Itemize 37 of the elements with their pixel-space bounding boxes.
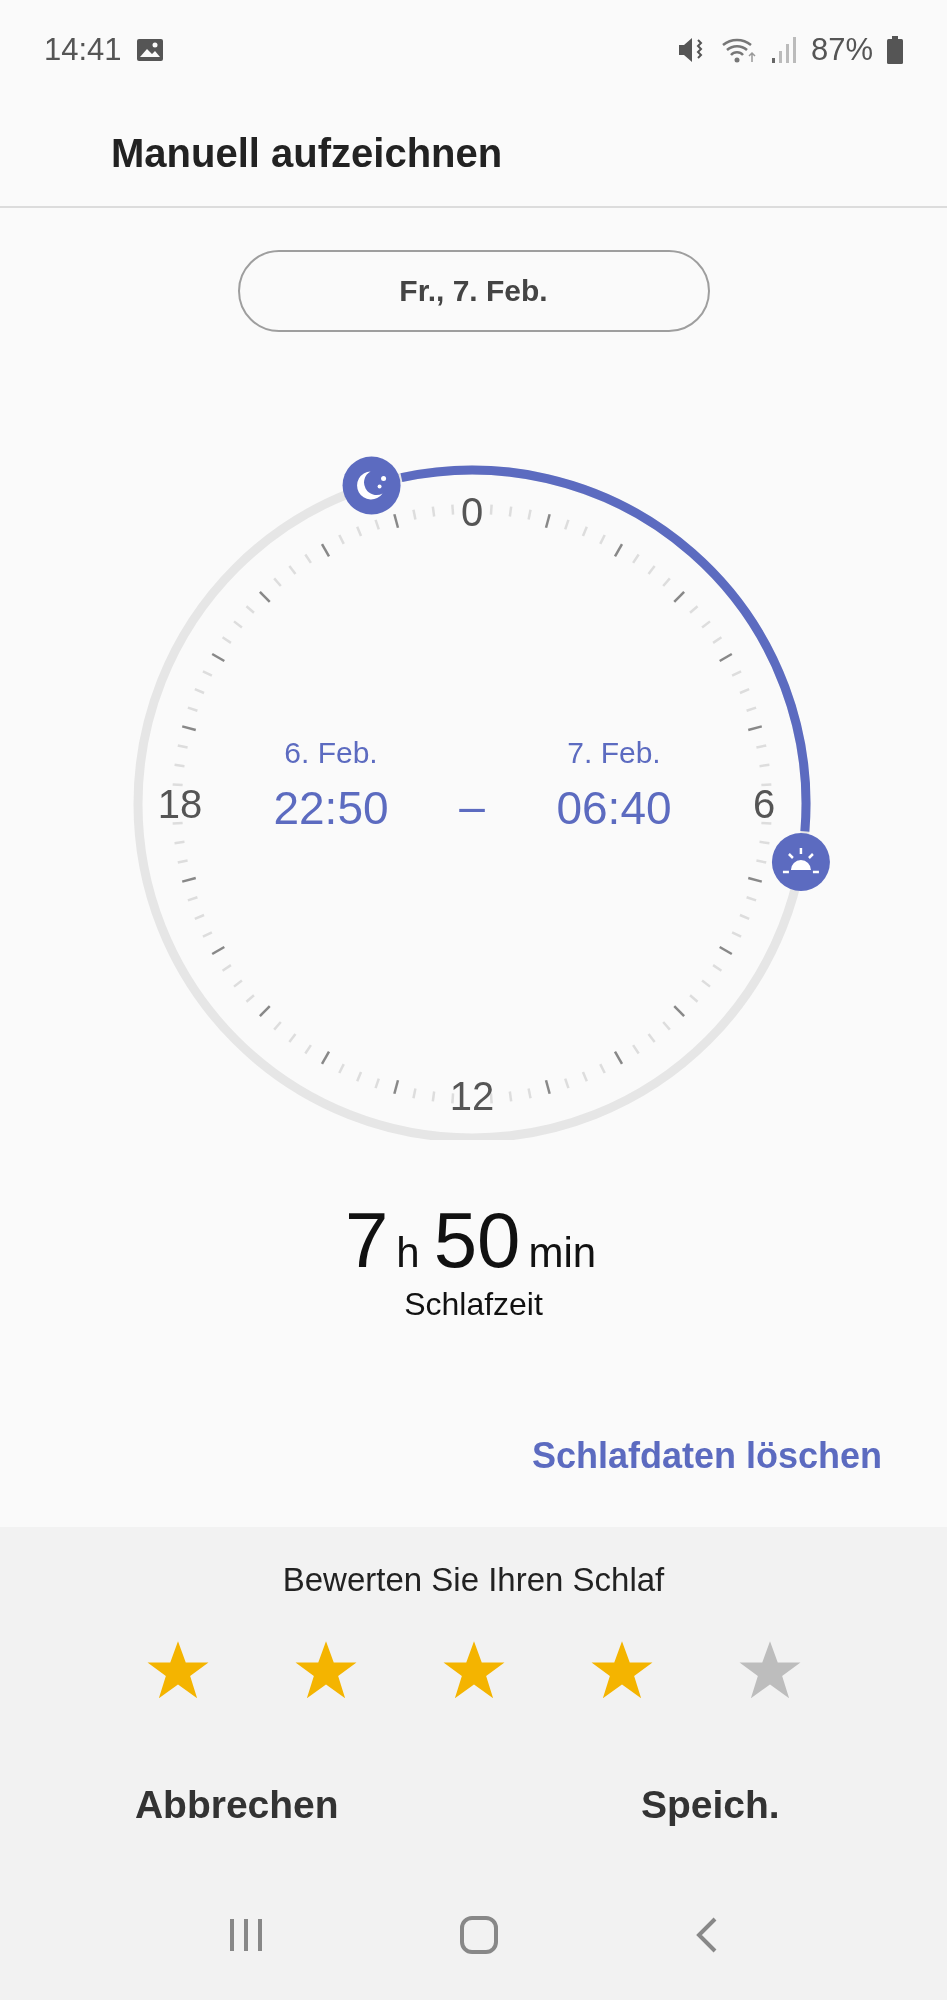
- hour-label: 12: [449, 1074, 495, 1118]
- star-icon[interactable]: [590, 1641, 653, 1701]
- rating-prompt: Bewerten Sie Ihren Schlaf: [282, 1561, 665, 1599]
- status-time: 14:41: [44, 32, 122, 68]
- end-date: 7. Feb.: [567, 736, 661, 769]
- page-title: Manuell aufzeichnen: [111, 130, 503, 176]
- star-icon[interactable]: [146, 1641, 209, 1701]
- start-date: 6. Feb.: [284, 736, 378, 769]
- battery-icon: [887, 36, 903, 64]
- recent-apps-icon[interactable]: [228, 1917, 265, 1953]
- sunrise-handle[interactable]: [771, 833, 830, 891]
- hour-label: 6: [752, 782, 776, 826]
- wifi-icon: [720, 36, 757, 64]
- home-icon[interactable]: [460, 1916, 499, 1954]
- star-icon[interactable]: [294, 1641, 357, 1701]
- end-time[interactable]: 06:40: [556, 782, 672, 834]
- cancel-button[interactable]: Abbrechen: [0, 1767, 474, 1843]
- image-icon: [135, 38, 164, 62]
- sleep-arc[interactable]: [400, 465, 811, 832]
- duration-hours: 7: [344, 1200, 389, 1280]
- battery-percentage: 87%: [810, 32, 873, 68]
- star-icon[interactable]: [738, 1641, 801, 1701]
- save-button[interactable]: Speich.: [473, 1767, 947, 1843]
- time-separator: –: [459, 780, 485, 832]
- signal-icon: [770, 36, 797, 64]
- star-icon[interactable]: [442, 1641, 505, 1701]
- minutes-unit: min: [528, 1229, 597, 1277]
- delete-link[interactable]: Schlafdaten löschen: [531, 1435, 882, 1477]
- hours-unit: h: [396, 1229, 420, 1277]
- start-time[interactable]: 22:50: [273, 782, 389, 834]
- moon-handle[interactable]: [342, 456, 401, 515]
- duration-label: Schlafzeit: [403, 1286, 544, 1323]
- hour-label: 0: [460, 490, 484, 534]
- date-button[interactable]: Fr., 7. Feb.: [237, 250, 710, 332]
- hour-label: 18: [157, 782, 203, 826]
- duration-minutes: 50: [433, 1200, 521, 1280]
- back-icon[interactable]: [694, 1917, 719, 1953]
